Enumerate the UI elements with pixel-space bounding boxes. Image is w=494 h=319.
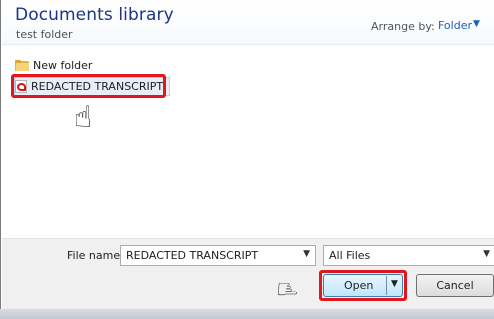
cancel-button-label: Cancel	[436, 279, 474, 292]
file-name-label: New folder	[33, 59, 93, 72]
library-title: Documents library	[15, 5, 174, 25]
file-list: New folder REDACTED TRANSCRIPT ☝	[2, 45, 494, 238]
chevron-down-icon[interactable]: ▼	[473, 19, 480, 29]
cancel-button[interactable]: Cancel	[416, 274, 494, 297]
file-name-value: REDACTED TRANSCRIPT	[126, 249, 259, 262]
chevron-down-icon[interactable]: ▼	[303, 249, 310, 259]
arrange-by-dropdown[interactable]: Folder	[438, 19, 472, 32]
file-type-value: All Files	[329, 249, 371, 262]
folder-icon	[15, 60, 29, 71]
file-type-select[interactable]: All Files ▼	[323, 245, 494, 266]
library-header: Documents library test folder Arrange by…	[2, 0, 494, 45]
hand-pointer-icon: ☝	[270, 281, 301, 297]
dialog-footer: File name: REDACTED TRANSCRIPT ▼ All Fil…	[2, 238, 494, 310]
arrange-by-label: Arrange by:	[371, 20, 435, 33]
file-name-input[interactable]: REDACTED TRANSCRIPT ▼	[120, 245, 316, 266]
hand-pointer-icon: ☝	[74, 100, 93, 135]
list-item-new-folder[interactable]: New folder	[15, 57, 92, 74]
library-subtitle: test folder	[16, 28, 73, 41]
highlight-box	[319, 270, 407, 301]
open-file-dialog: Documents library test folder Arrange by…	[0, 0, 494, 319]
window-bottom-edge	[0, 309, 494, 319]
highlight-box	[11, 74, 166, 98]
chevron-down-icon[interactable]: ▼	[483, 249, 490, 259]
file-name-field-label: File name:	[67, 249, 124, 262]
